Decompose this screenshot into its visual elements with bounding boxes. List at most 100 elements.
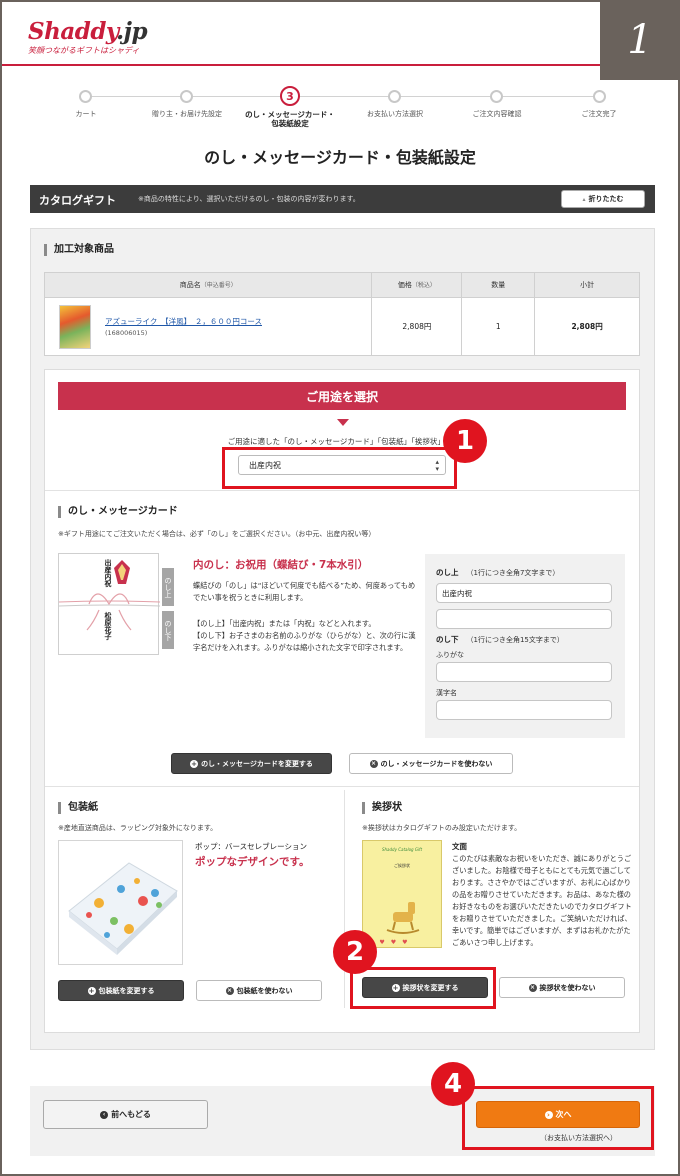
greeting-body: このたびは素敵なお祝いをいただき、誠にありがとうございました。お陰様で母子ともに…: [452, 854, 632, 947]
greeting-card-preview: Shaddy Catalog Gift ご挨拶状 ♥♥♥♥: [362, 840, 442, 948]
annotation-badge-2: 2: [333, 930, 377, 974]
purpose-note: ご用途に適した「のし・メッセージカード」「包装紙」「挨拶状」が: [227, 437, 453, 446]
step-label-current: のし・メッセージカード・ 包装紙設定: [245, 110, 335, 128]
col-header-price: 価格（税込）: [371, 272, 463, 298]
table-header-row: 商品名（申込番号） 価格（税込） 数量 小計: [43, 272, 640, 298]
page-title: のし・メッセージカード・包装紙設定: [204, 148, 476, 167]
noshi-upper-tag: のし上: [162, 568, 174, 606]
noshi-upper-field-1[interactable]: 出産内祝: [436, 583, 612, 603]
no-greeting-label: 挨拶状を使わない: [539, 983, 596, 992]
step-dot-cart: [79, 90, 92, 103]
step-dot-sender: [180, 90, 193, 103]
greeting-body-label: 文面: [452, 842, 467, 851]
product-code: (168006015): [105, 329, 148, 337]
noshi-section-title: のし・メッセージカード: [58, 506, 178, 518]
no-wrapping-button[interactable]: × 包装紙を使わない: [196, 980, 322, 1001]
rocking-horse-icon: [386, 902, 420, 934]
step-dot-confirm: [490, 90, 503, 103]
progress-line: [86, 96, 600, 97]
product-subtotal: 2,808円: [534, 297, 640, 356]
products-table: 商品名（申込番号） 価格（税込） 数量 小計 アズューライク 【洋風】 ２，６０…: [43, 272, 640, 356]
noshi-preview: 出産内祝 松原花子: [58, 553, 161, 655]
noshi-upper-hint: （1行につき全角7文字まで）: [466, 569, 560, 577]
kanji-label: 漢字名: [436, 689, 457, 697]
kanji-field[interactable]: [436, 700, 612, 720]
change-wrapping-button[interactable]: + 包装紙を変更する: [58, 980, 184, 1001]
noshi-form: のし上 （1行につき全角7文字まで） 出産内祝 のし下 （1行につき全角15文字まで…: [425, 554, 625, 738]
no-greeting-button[interactable]: × 挨拶状を使わない: [499, 977, 625, 998]
annotation-badge-4: 4: [431, 1062, 475, 1106]
col-header-qty: 数量: [461, 272, 536, 298]
product-qty: 1: [461, 297, 536, 356]
back-button[interactable]: ‹ 前へもどる: [43, 1100, 208, 1129]
greeting-section-title: 挨拶状: [362, 802, 402, 814]
noshi-lower-label-row: のし下 （1行につき全角15文字まで）: [436, 634, 564, 645]
step-label-complete: ご注文完了: [581, 110, 617, 118]
change-noshi-label: のし・メッセージカードを変更する: [201, 759, 313, 768]
noshi-desc-1: 蝶結びの「のし」は“ほどいて何度でも結べる”ため、何度あってもめでたい事を祝うと…: [193, 581, 416, 602]
logo-tagline: 笑顔つながるギフトはシャディ: [28, 46, 140, 55]
col-price-sub: （税込）: [411, 282, 436, 289]
noshi-type-title: 内のし：お祝用（蝶結び・7本水引）: [193, 559, 369, 571]
step-current-badge: 3: [280, 86, 300, 106]
fold-button-label: 折りたたむ: [588, 195, 624, 203]
catalog-gift-note: ※商品の特性により、選択いただけるのし・包装の内容が変わります。: [138, 195, 360, 203]
step-label-sender: 贈り主・お届け先設定: [152, 110, 222, 118]
wrapping-section-title: 包装紙: [58, 802, 98, 814]
furigana-label: ふりがな: [436, 651, 464, 659]
shaddy-logo[interactable]: Shaddy.jp 笑顔つながるギフトはシャディ: [28, 18, 148, 56]
noshi-lower-label: のし下: [436, 635, 459, 644]
highlight-next-button: [462, 1086, 654, 1150]
noshi-desc-3: 【のし下】お子さまのお名前のふりがな（ひらがな）と、次の行に漢字名だけを入れます…: [193, 631, 416, 652]
greeting-note: ※挨拶状はカタログギフトのみ設定いただけます。: [362, 824, 522, 832]
change-noshi-button[interactable]: + のし・メッセージカードを変更する: [171, 753, 332, 774]
step-dot-complete: [593, 90, 606, 103]
column-divider: [344, 790, 345, 1008]
wrapping-note: ※産地直送商品は、ラッピング対象外になります。: [58, 824, 218, 832]
product-cell: アズューライク 【洋風】 ２，６００円コース (168006015): [43, 297, 373, 356]
product-name-link[interactable]: アズューライク 【洋風】 ２，６００円コース: [105, 316, 262, 327]
plus-icon: +: [190, 759, 199, 768]
divider: [45, 786, 639, 787]
noshi-upper-field-2[interactable]: [436, 609, 612, 629]
catalog-gift-bar: カタログギフト ※商品の特性により、選択いただけるのし・包装の内容が変わります。…: [30, 185, 655, 213]
noshi-note: ※ギフト用途にてご注文いただく場合は、必ず「のし」をご選択ください。（お中元、出…: [58, 530, 376, 538]
greeting-card-title: Shaddy Catalog Gift: [381, 847, 423, 852]
no-noshi-button[interactable]: × のし・メッセージカードを使わない: [349, 753, 513, 774]
noshi-lower-tag: のし下: [162, 611, 174, 649]
furigana-field[interactable]: [436, 662, 612, 682]
product-thumbnail[interactable]: [59, 304, 91, 349]
chevron-left-icon: ‹: [100, 1110, 109, 1119]
plus-icon: +: [87, 986, 96, 995]
greeting-card-sub: ご挨拶状: [394, 863, 410, 868]
col-name-sub: （申込番号）: [200, 282, 237, 289]
table-row: アズューライク 【洋風】 ２，６００円コース (168006015) 2,808…: [43, 297, 640, 356]
product-price: 2,808円: [371, 297, 463, 356]
wrapping-catch: ポップなデザインです。: [195, 856, 310, 868]
col-header-name: 商品名（申込番号）: [43, 272, 373, 298]
header-divider: [0, 64, 600, 66]
no-noshi-label: のし・メッセージカードを使わない: [380, 759, 493, 768]
col-name-label: 商品名: [179, 281, 201, 289]
change-wrapping-label: 包装紙を変更する: [98, 986, 155, 995]
divider: [45, 490, 639, 491]
close-icon: ×: [528, 983, 537, 992]
highlight-greeting-change: [350, 967, 496, 1009]
col-price-label: 価格: [397, 281, 412, 289]
no-wrapping-label: 包装紙を使わない: [236, 986, 293, 995]
noshi-upper-label: のし上: [436, 568, 459, 577]
close-icon: ×: [225, 986, 234, 995]
logo-main: Shaddy: [28, 18, 117, 45]
products-section-title: 加工対象商品: [44, 244, 114, 256]
purpose-arrow-icon: [337, 419, 349, 426]
noshi-lower-hint: （1行につき全角15文字まで）: [466, 636, 564, 644]
noshi-lower-text: 松原花子: [104, 612, 112, 640]
fold-button[interactable]: ▴ 折りたたむ: [561, 190, 645, 208]
col-header-subtotal: 小計: [534, 272, 640, 298]
chevron-up-icon: ▴: [582, 195, 586, 203]
highlight-purpose-select: [222, 447, 457, 489]
annotation-badge-1: 1: [443, 419, 487, 463]
step-dot-payment: [388, 90, 401, 103]
back-button-label: 前へもどる: [111, 1110, 151, 1119]
close-icon: ×: [369, 759, 378, 768]
